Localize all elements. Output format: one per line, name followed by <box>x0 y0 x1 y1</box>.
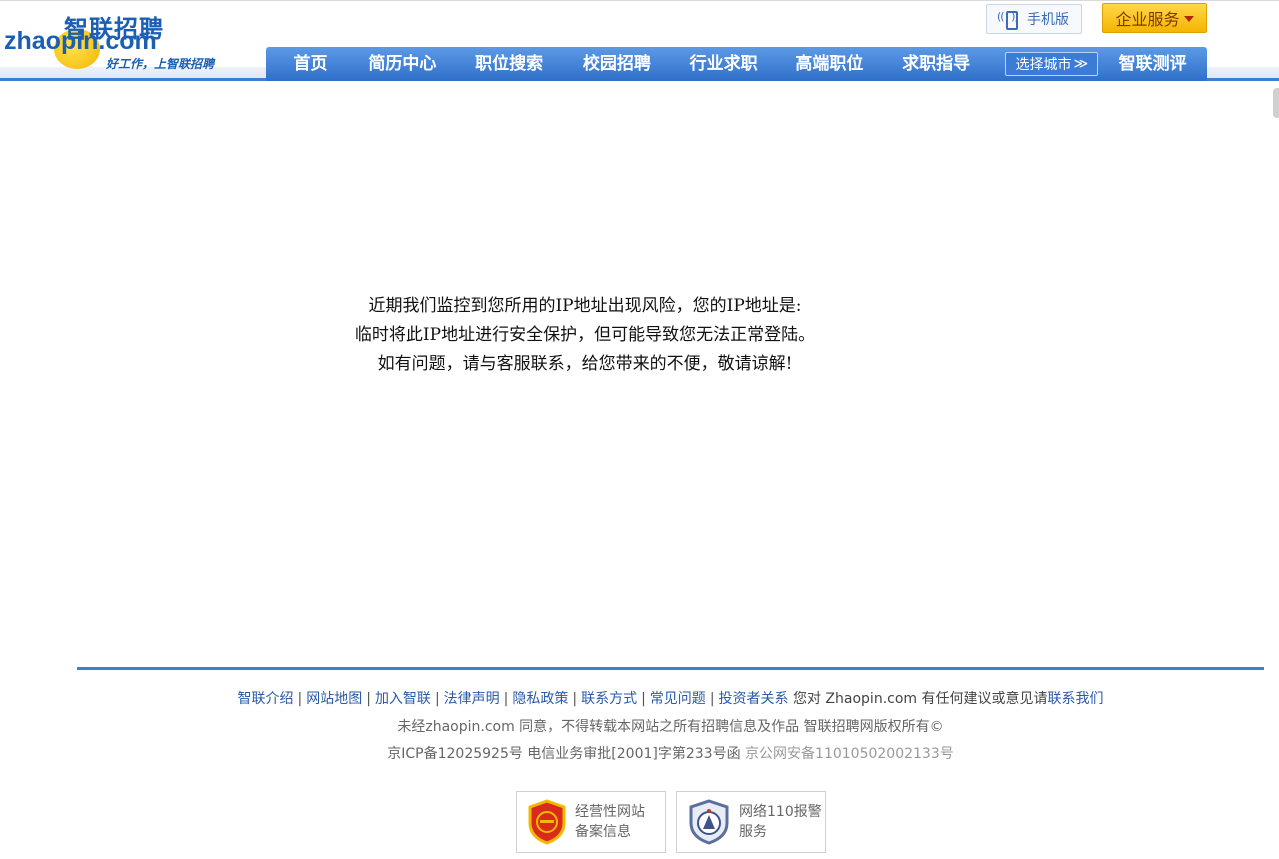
caret-down-icon <box>1183 16 1194 22</box>
logo-english-text: zhaopin.com <box>4 27 157 55</box>
badge-2-line-1: 网络110报警 <box>739 804 822 820</box>
message-line-3: 如有问题，请与客服联系，给您带来的不便，敬请谅解! <box>377 354 793 374</box>
select-city-label: 选择城市 <box>1015 57 1072 73</box>
footer-link-about[interactable]: 智联介绍 <box>238 691 294 707</box>
badge-1-text: 经营性网站 备案信息 <box>575 802 645 842</box>
nav-item-assessment[interactable]: 智联测评 <box>1098 47 1207 81</box>
badge-2-line-2: 服务 <box>739 824 767 840</box>
message-line-2: 临时将此IP地址进行安全保护，但可能导致您无法正常登陆。 <box>354 325 816 345</box>
nav-item-campus[interactable]: 校园招聘 <box>568 47 665 81</box>
badge-2-text: 网络110报警 服务 <box>739 802 822 842</box>
footer-link-join[interactable]: 加入智联 <box>375 691 431 707</box>
phone-icon <box>997 10 1021 30</box>
footer-links: 智联介绍 | 网站地图 | 加入智联 | 法律声明 | 隐私政策 | 联系方式 | 常见问题 | 投资者关系… <box>237 691 1104 707</box>
mobile-version-button[interactable]: 手机版 <box>986 4 1082 34</box>
nav-item-resume-center[interactable]: 简历中心 <box>355 47 450 81</box>
nav-item-career-guide[interactable]: 求职指导 <box>877 47 996 81</box>
footer-link-legal[interactable]: 法律声明 <box>444 691 500 707</box>
double-chevron-right-icon: ≫ <box>1073 56 1089 72</box>
footer-icp: 京ICP备12025925号 电信业务审批[2001]字第233号函 京公网安备… <box>0 743 1279 763</box>
footer-link-faq[interactable]: 常见问题 <box>650 691 706 707</box>
badge-1-line-2: 备案信息 <box>575 824 631 840</box>
badge-1-line-1: 经营性网站 <box>575 804 645 820</box>
site-header: 智联招聘 zhaopin.com 好工作，上智联招聘 手机版 企业服务 首页 简… <box>0 0 1279 81</box>
police-shield-icon <box>687 799 731 845</box>
main-nav: 首页 简历中心 职位搜索 校园招聘 行业求职 高端职位 求职指导 选择城市 ≫ … <box>266 47 1207 81</box>
footer-link-privacy[interactable]: 隐私政策 <box>512 691 568 707</box>
nav-item-home[interactable]: 首页 <box>266 47 355 81</box>
side-float-handle[interactable] <box>1273 88 1279 118</box>
footer-suggest-text: 您对 Zhaopin.com 有任何建议或意见请 <box>792 691 1048 707</box>
enterprise-services-button[interactable]: 企业服务 <box>1102 3 1207 33</box>
footer-link-contact-info[interactable]: 联系方式 <box>581 691 637 707</box>
select-city-button[interactable]: 选择城市 ≫ <box>1005 52 1099 76</box>
enterprise-services-label: 企业服务 <box>1115 10 1180 29</box>
badge-business-website-record[interactable]: 经营性网站 备案信息 <box>516 791 666 853</box>
nav-item-industry[interactable]: 行业求职 <box>665 47 782 81</box>
logo-slogan: 好工作，上智联招聘 <box>106 57 215 71</box>
red-shield-icon <box>527 799 567 845</box>
footer-divider <box>77 667 1264 670</box>
message-line-1: 近期我们监控到您所用的IP地址出现风险，您的IP地址是: <box>368 296 802 316</box>
footer-copyright: 未经zhaopin.com 同意，不得转载本网站之所有招聘信息及作品 智联招聘网… <box>397 719 944 735</box>
ip-risk-message: 近期我们监控到您所用的IP地址出现风险，您的IP地址是: 临时将此IP地址进行安… <box>300 292 870 379</box>
badge-police-110[interactable]: 网络110报警 服务 <box>676 791 826 853</box>
footer-link-sitemap[interactable]: 网站地图 <box>306 691 362 707</box>
mobile-version-label: 手机版 <box>1027 12 1069 28</box>
nav-item-senior-jobs[interactable]: 高端职位 <box>782 47 877 81</box>
footer-link-investors[interactable]: 投资者关系 <box>719 691 789 707</box>
nav-item-job-search[interactable]: 职位搜索 <box>450 47 569 81</box>
police-record[interactable]: 京公网安备11010502002133号 <box>745 746 954 762</box>
logo[interactable]: 智联招聘 zhaopin.com 好工作，上智联招聘 <box>2 5 232 71</box>
footer-link-contact-us[interactable]: 联系我们 <box>1048 691 1104 707</box>
icp-license[interactable]: 京ICP备12025925号 电信业务审批[2001]字第233号函 <box>387 746 740 762</box>
